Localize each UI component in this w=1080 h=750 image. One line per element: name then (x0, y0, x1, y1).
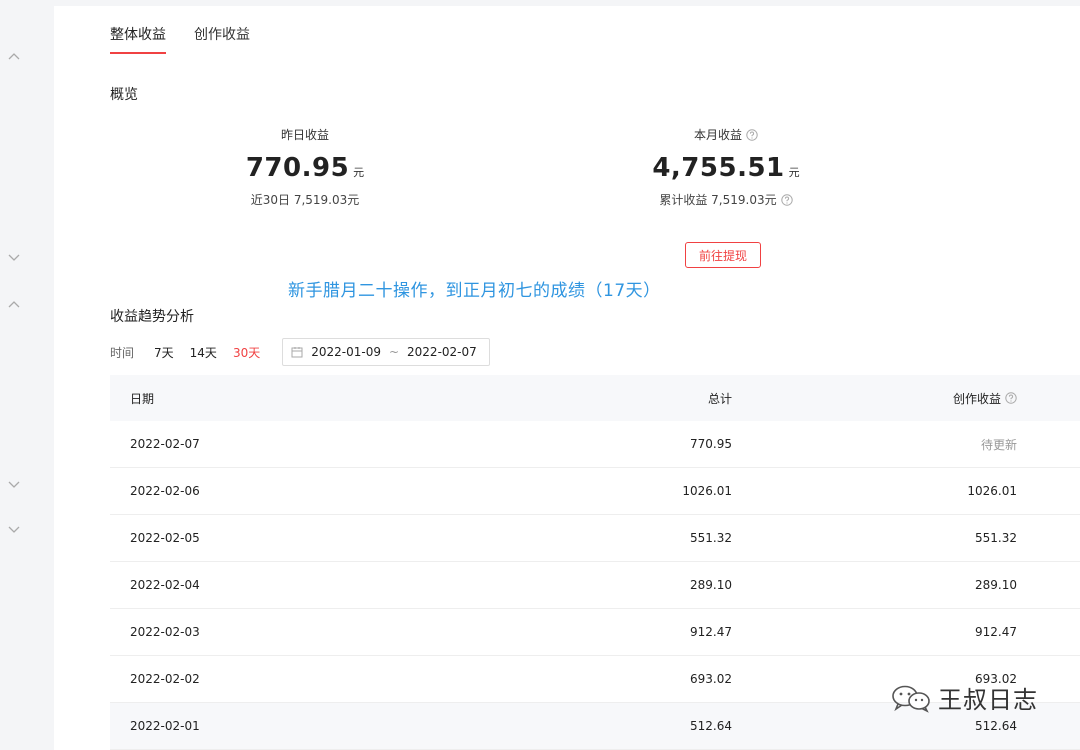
earnings-tabs: 整体收益 创作收益 (110, 24, 250, 54)
time-filter-label: 时间 (110, 345, 135, 360)
month-earnings-unit: 元 (788, 166, 800, 179)
month-earnings: 本月收益 4,755.51 元 累计收益 7,519.03元 (606, 126, 846, 208)
row-creation: 512.64 (975, 719, 1017, 733)
yesterday-earnings-unit: 元 (353, 166, 365, 179)
date-separator: ~ (388, 345, 400, 359)
chevron-up-icon[interactable] (6, 296, 22, 312)
chevron-down-icon[interactable] (6, 250, 22, 266)
row-total: 693.02 (690, 672, 732, 686)
row-date: 2022-02-03 (130, 625, 200, 639)
trend-analysis-title: 收益趋势分析 (110, 309, 194, 325)
row-date: 2022-02-02 (130, 672, 200, 686)
table-row: 2022-02-06 1026.01 1026.01 (110, 468, 1080, 515)
row-total: 912.47 (690, 625, 732, 639)
row-creation: 1026.01 (967, 484, 1017, 498)
row-creation: 289.10 (975, 578, 1017, 592)
date-start: 2022-01-09 (311, 345, 381, 359)
annotation-caption: 新手腊月二十操作，到正月初七的成绩（17天） (288, 281, 661, 301)
month-earnings-value: 4,755.51 (652, 153, 785, 183)
row-total: 770.95 (690, 437, 732, 451)
wechat-watermark: 王叔日志 (890, 680, 1038, 715)
row-creation: 551.32 (975, 531, 1017, 545)
overview-title: 概览 (110, 87, 138, 103)
row-date: 2022-02-01 (130, 719, 200, 733)
table-row: 2022-02-05 551.32 551.32 (110, 515, 1080, 562)
help-icon[interactable] (780, 193, 793, 206)
row-total: 289.10 (690, 578, 732, 592)
date-end: 2022-02-07 (407, 345, 477, 359)
tab-creation-earnings[interactable]: 创作收益 (194, 24, 250, 54)
cumulative-earnings: 累计收益 7,519.03元 (659, 193, 777, 207)
range-30-days[interactable]: 30天 (233, 344, 260, 361)
header-date: 日期 (130, 391, 155, 406)
yesterday-earnings-value: 770.95 (245, 153, 350, 183)
row-creation: 912.47 (975, 625, 1017, 639)
header-total: 总计 (707, 391, 732, 406)
chevron-down-icon[interactable] (6, 477, 22, 493)
row-total: 1026.01 (682, 484, 732, 498)
header-creation-earnings: 创作收益 (952, 391, 1001, 406)
wechat-logo-icon (892, 685, 930, 713)
table-row: 2022-02-07 770.95 待更新 (110, 421, 1080, 468)
last-30-days-earnings: 近30日 7,519.03元 (250, 193, 360, 207)
row-creation: 待更新 (980, 437, 1017, 452)
watermark-text: 王叔日志 (938, 686, 1038, 714)
help-icon[interactable] (1005, 392, 1017, 404)
month-earnings-label: 本月收益 (693, 128, 742, 142)
chevron-up-icon[interactable] (6, 48, 22, 64)
row-date: 2022-02-05 (130, 531, 200, 545)
left-rail (0, 0, 54, 744)
row-date: 2022-02-07 (130, 437, 200, 451)
range-14-days[interactable]: 14天 (190, 344, 217, 361)
yesterday-earnings-label: 昨日收益 (280, 128, 329, 142)
row-date: 2022-02-04 (130, 578, 200, 592)
tab-overall-earnings[interactable]: 整体收益 (110, 24, 166, 54)
table-header: 日期 总计 创作收益 (110, 375, 1080, 421)
withdraw-button[interactable]: 前往提现 (685, 242, 761, 268)
calendar-icon (291, 346, 303, 358)
range-7-days[interactable]: 7天 (154, 344, 174, 361)
help-icon[interactable] (746, 128, 758, 141)
table-row: 2022-02-04 289.10 289.10 (110, 562, 1080, 609)
row-total: 512.64 (690, 719, 732, 733)
date-range-picker[interactable]: 2022-01-09 ~ 2022-02-07 (282, 338, 491, 366)
row-total: 551.32 (690, 531, 732, 545)
row-date: 2022-02-06 (130, 484, 200, 498)
chevron-down-icon[interactable] (6, 522, 22, 538)
yesterday-earnings: 昨日收益 770.95 元 近30日 7,519.03元 (185, 126, 425, 208)
time-filter: 时间 7天 14天 30天 2022-01-09 ~ 2022-02-07 (110, 338, 491, 366)
table-row: 2022-02-03 912.47 912.47 (110, 609, 1080, 656)
earnings-card: 整体收益 创作收益 概览 昨日收益 770.95 元 近30日 7,519.03… (54, 6, 1080, 750)
